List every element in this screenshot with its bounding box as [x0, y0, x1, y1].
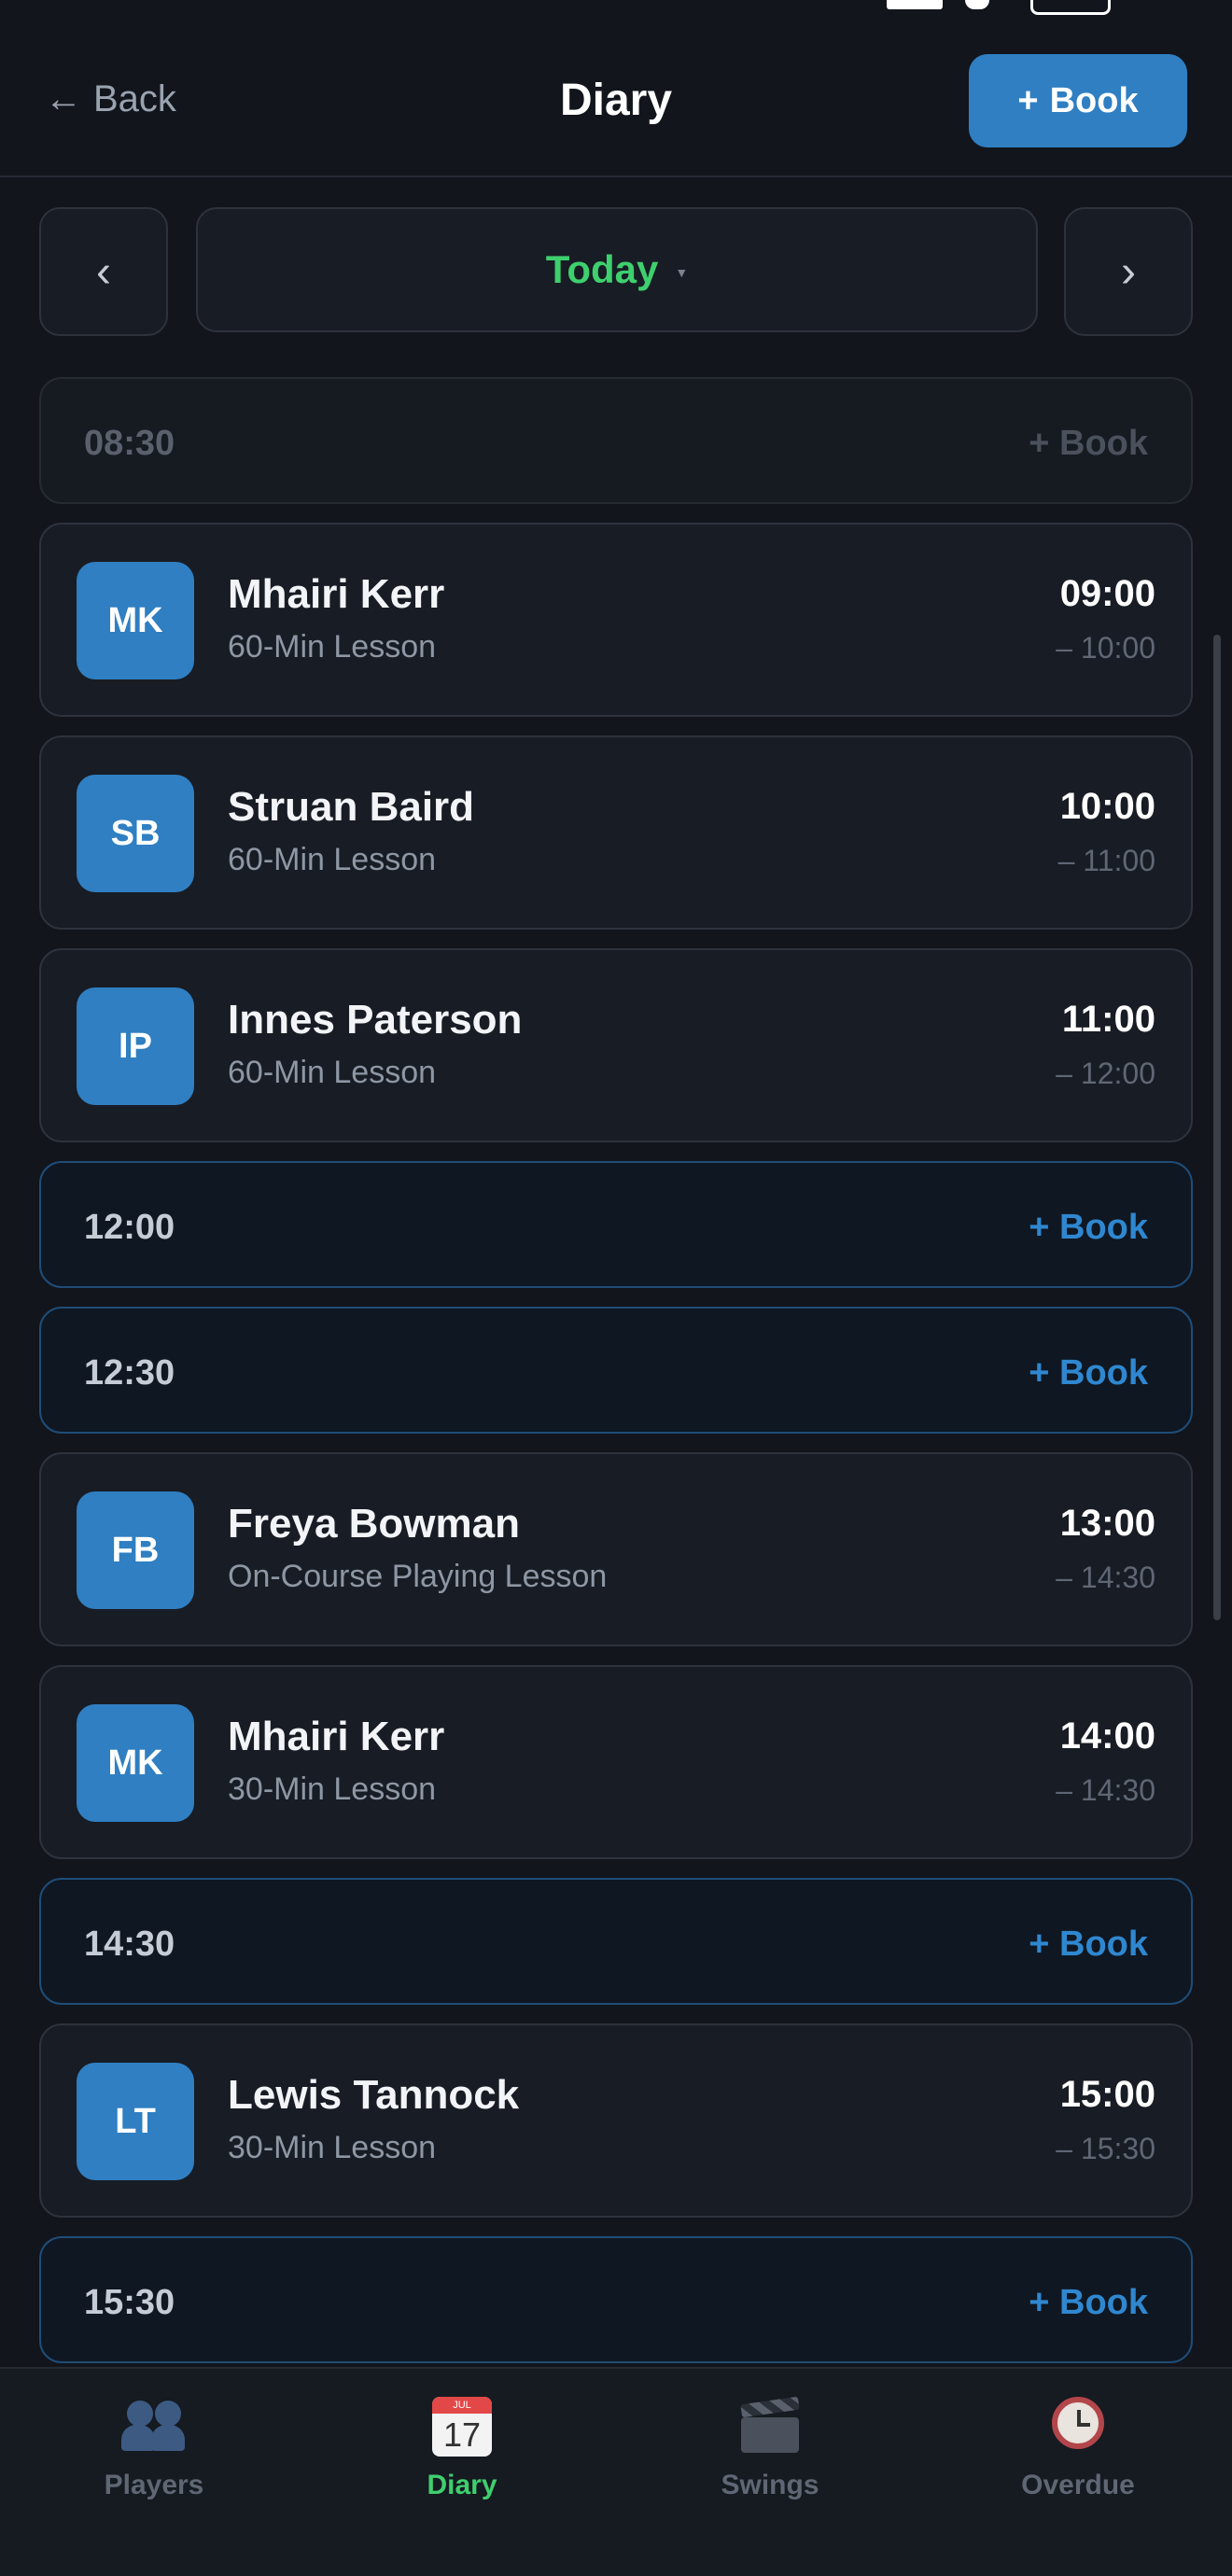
plus-icon: + [1017, 80, 1039, 120]
start-time: 11:00 [1061, 999, 1155, 1040]
start-time: 10:00 [1059, 786, 1155, 827]
booking-card[interactable]: SB Struan Baird 60-Min Lesson 10:00 – 11… [39, 735, 1193, 930]
chevron-right-icon: › [1121, 246, 1136, 297]
book-button[interactable]: + Book [969, 54, 1187, 147]
back-label: Back [93, 78, 176, 119]
slot-time: 12:30 [84, 1353, 175, 1393]
date-navigator: ‹ Today ▼ › [39, 207, 1193, 336]
alarm-clock-icon [924, 2393, 1232, 2460]
free-slot[interactable]: 12:30 + Book [39, 1307, 1193, 1434]
next-day-button[interactable]: › [1064, 207, 1193, 336]
lesson-type: 30-Min Lesson [228, 1771, 437, 1807]
end-time: – 14:30 [1056, 1773, 1155, 1807]
tab-overdue[interactable]: Overdue [924, 2393, 1232, 2501]
player-name: Mhairi Kerr [228, 1714, 445, 1759]
free-slot[interactable]: 15:30 + Book [39, 2236, 1193, 2363]
avatar: IP [77, 987, 194, 1105]
end-time: – 10:00 [1056, 631, 1155, 665]
lesson-type: 30-Min Lesson [228, 2130, 437, 2165]
slot-book-button[interactable]: + Book [1029, 1208, 1148, 1248]
free-slot[interactable]: 14:30 + Book [39, 1878, 1193, 2005]
tab-label: Overdue [1021, 2470, 1135, 2500]
end-time: – 14:30 [1056, 1561, 1155, 1594]
start-time: 09:00 [1059, 573, 1155, 614]
slot-book-button[interactable]: + Book [1029, 1353, 1148, 1393]
booking-card[interactable]: IP Innes Paterson 60-Min Lesson 11:00 – … [39, 948, 1193, 1142]
signal-icon [887, 0, 943, 9]
caret-down-icon: ▼ [675, 265, 689, 280]
status-bar [0, 0, 1232, 15]
chevron-left-icon: ‹ [96, 246, 111, 297]
player-name: Freya Bowman [228, 1501, 520, 1547]
date-picker[interactable]: Today ▼ [196, 207, 1038, 332]
slot-time: 15:30 [84, 2283, 175, 2322]
slot-time: 12:00 [84, 1208, 175, 1247]
players-icon [0, 2393, 308, 2460]
tab-bar: Players JUL 17 Diary Swings Overdue [0, 2367, 1232, 2576]
back-button[interactable]: ← Back [45, 78, 176, 120]
previous-day-button[interactable]: ‹ [39, 207, 168, 336]
wifi-icon [965, 0, 989, 9]
header-bar: ← Back Diary + Book [0, 34, 1232, 177]
back-arrow-icon: ← [45, 78, 82, 119]
slot-book-button[interactable]: + Book [1029, 1925, 1148, 1965]
start-time: 13:00 [1059, 1503, 1155, 1544]
tab-diary[interactable]: JUL 17 Diary [308, 2393, 616, 2501]
avatar: MK [77, 562, 194, 679]
booking-card[interactable]: FB Freya Bowman On-Course Playing Lesson… [39, 1452, 1193, 1646]
avatar: SB [77, 775, 194, 892]
avatar: LT [77, 2063, 194, 2180]
page-title: Diary [559, 76, 673, 125]
clapperboard-icon [616, 2393, 924, 2460]
lesson-type: On-Course Playing Lesson [228, 1559, 608, 1594]
tab-players[interactable]: Players [0, 2393, 308, 2501]
slot-book-button[interactable]: + Book [1029, 424, 1148, 464]
booking-card[interactable]: LT Lewis Tannock 30-Min Lesson 15:00 – 1… [39, 2023, 1193, 2218]
player-name: Lewis Tannock [228, 2072, 520, 2118]
lesson-type: 60-Min Lesson [228, 629, 437, 665]
free-slot[interactable]: 12:00 + Book [39, 1161, 1193, 1288]
player-name: Struan Baird [228, 784, 475, 830]
calendar-icon: JUL 17 [308, 2393, 616, 2460]
tab-label: Players [104, 2470, 204, 2500]
battery-icon [1030, 0, 1111, 15]
end-time: – 12:00 [1056, 1057, 1155, 1090]
slot-time: 08:30 [84, 424, 175, 463]
player-name: Innes Paterson [228, 997, 523, 1043]
end-time: – 15:30 [1056, 2132, 1155, 2165]
slot-time: 14:30 [84, 1925, 175, 1964]
tab-label: Diary [427, 2470, 497, 2500]
booking-card[interactable]: MK Mhairi Kerr 30-Min Lesson 14:00 – 14:… [39, 1665, 1193, 1859]
player-name: Mhairi Kerr [228, 571, 445, 617]
start-time: 14:00 [1059, 1715, 1155, 1757]
book-button-label: Book [1049, 80, 1139, 120]
start-time: 15:00 [1059, 2074, 1155, 2115]
free-slot[interactable]: 08:30 + Book [39, 377, 1193, 504]
tab-swings[interactable]: Swings [616, 2393, 924, 2501]
lesson-type: 60-Min Lesson [228, 842, 437, 877]
lesson-type: 60-Min Lesson [228, 1055, 437, 1090]
avatar: MK [77, 1704, 194, 1822]
tab-label: Swings [721, 2470, 819, 2500]
end-time: – 11:00 [1057, 844, 1155, 877]
scrollbar[interactable] [1213, 635, 1221, 1620]
date-label: Today [545, 247, 659, 291]
slot-book-button[interactable]: + Book [1029, 2283, 1148, 2323]
booking-card[interactable]: MK Mhairi Kerr 60-Min Lesson 09:00 – 10:… [39, 523, 1193, 717]
avatar: FB [77, 1491, 194, 1609]
